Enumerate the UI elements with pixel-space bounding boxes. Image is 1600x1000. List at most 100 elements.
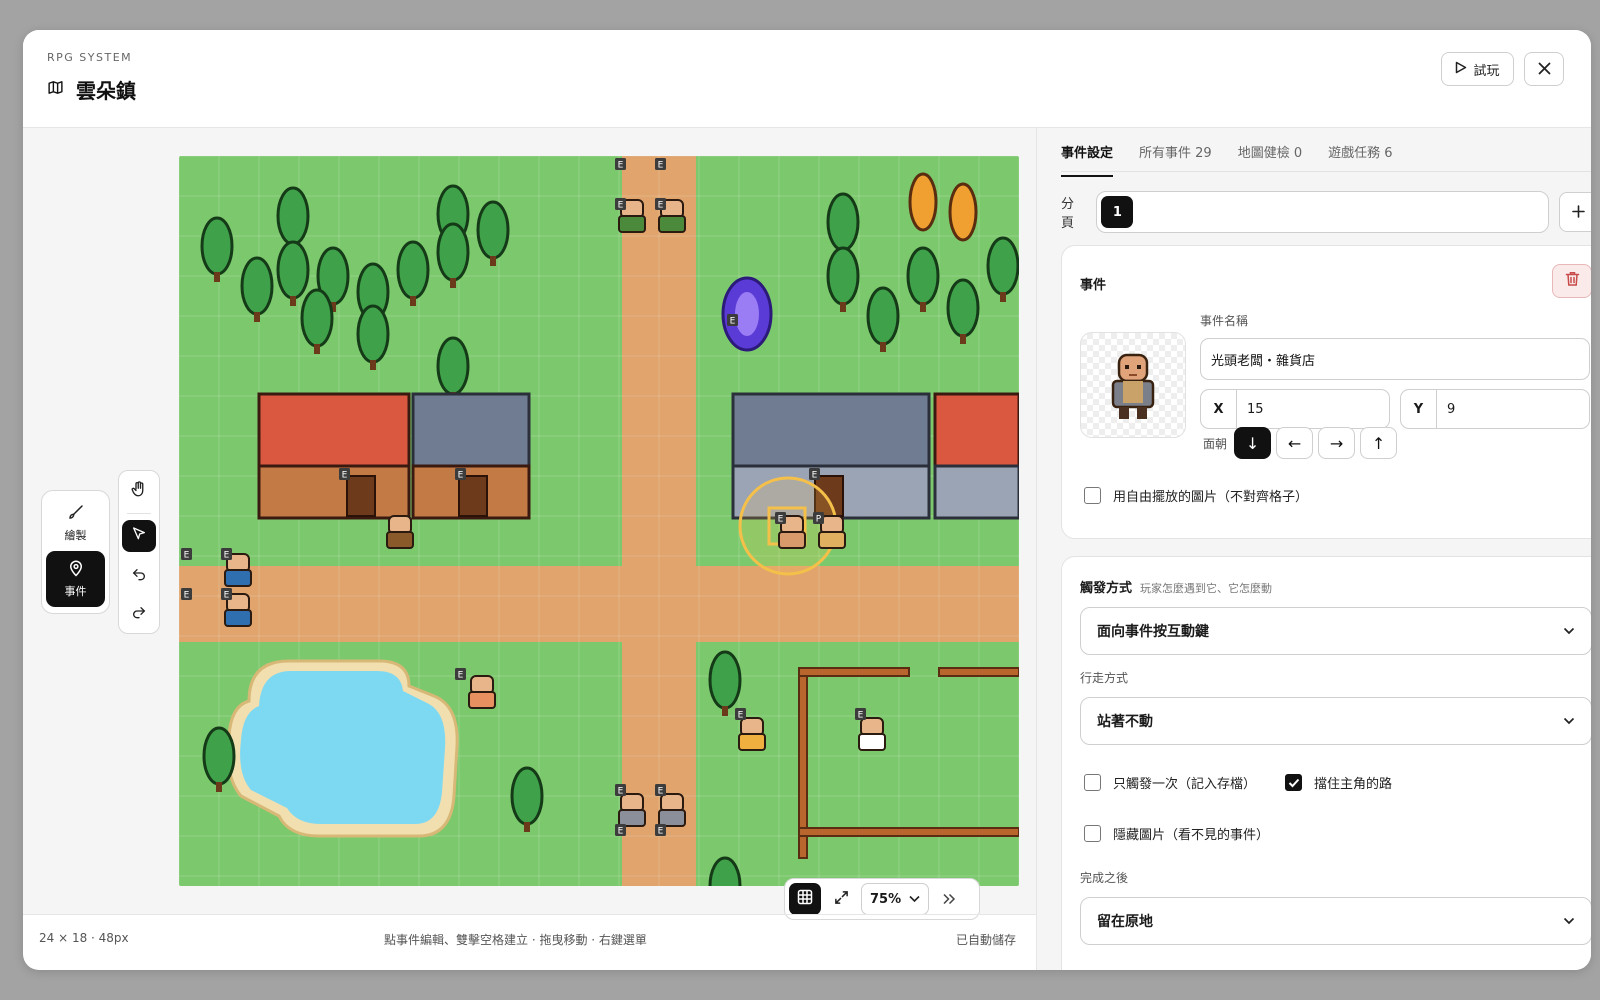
event-marker[interactable]: E <box>655 158 666 171</box>
x-coordinate-field[interactable]: X 15 <box>1200 389 1390 429</box>
map-canvas[interactable]: E E E E E E E E E E E E E E E E E E E E P <box>179 156 1019 886</box>
tool-toolbar <box>118 470 160 634</box>
event-marker[interactable]: E <box>455 468 466 481</box>
npc-sprite[interactable] <box>858 717 886 751</box>
svg-text:E: E <box>618 201 624 211</box>
move-label: 行走方式 <box>1080 671 1129 685</box>
trigger-once-checkbox[interactable] <box>1084 774 1101 791</box>
event-marker[interactable]: E <box>727 314 738 327</box>
undo-icon <box>131 565 147 585</box>
event-marker[interactable]: E <box>221 588 232 601</box>
redo-button[interactable] <box>122 597 156 629</box>
event-name-label: 事件名稱 <box>1200 314 1249 328</box>
hide-image-checkbox[interactable] <box>1084 825 1101 842</box>
collapse-panel-button[interactable] <box>933 883 965 915</box>
event-marker[interactable]: E <box>655 784 666 797</box>
play-test-label: 試玩 <box>1473 63 1500 79</box>
hand-tool-button[interactable] <box>122 475 156 507</box>
face-right-button[interactable]: → <box>1318 427 1356 459</box>
event-marker[interactable]: E <box>775 512 786 525</box>
move-select[interactable]: 站著不動 <box>1080 697 1591 745</box>
page-chip[interactable]: 1 <box>1101 196 1134 228</box>
svg-text:E: E <box>658 787 664 797</box>
event-marker[interactable]: E <box>455 668 466 681</box>
npc-sprite[interactable] <box>386 515 414 549</box>
face-down-button[interactable]: ↓ <box>1234 427 1272 459</box>
event-card-title: 事件 <box>1080 278 1107 293</box>
block-player-label: 擋住主角的路 <box>1314 777 1393 792</box>
y-coordinate-field[interactable]: Y 9 <box>1400 389 1590 429</box>
chevron-down-icon <box>909 892 920 907</box>
x-value: 15 <box>1247 401 1264 417</box>
event-marker[interactable]: E <box>809 468 820 481</box>
event-sprite-preview[interactable] <box>1080 332 1186 438</box>
event-marker[interactable]: E <box>735 708 746 721</box>
free-image-checkbox[interactable] <box>1084 487 1101 504</box>
trigger-select[interactable]: 面向事件按互動鍵 <box>1080 607 1591 655</box>
add-page-button[interactable] <box>1558 192 1591 232</box>
draw-mode-label: 繪製 <box>64 529 87 542</box>
brush-icon <box>67 503 85 524</box>
page-label: 分頁 <box>1061 197 1075 231</box>
chevron-down-icon <box>1563 623 1575 639</box>
event-marker[interactable]: E <box>181 548 192 561</box>
event-marker[interactable]: E <box>181 588 192 601</box>
event-mode-button[interactable]: 事件 <box>46 551 105 607</box>
event-marker[interactable]: E <box>615 784 626 797</box>
svg-text:E: E <box>658 201 664 211</box>
event-marker[interactable]: E <box>655 824 666 837</box>
delete-event-button[interactable] <box>1552 264 1591 298</box>
undo-button[interactable] <box>122 558 156 590</box>
free-image-option[interactable]: 用自由擺放的圖片（不對齊格子） <box>1084 486 1308 505</box>
map-title: 雲朵鎮 <box>76 79 136 103</box>
close-icon <box>1538 60 1551 79</box>
check-icon <box>1288 778 1299 787</box>
trigger-once-label: 只觸發一次（記入存檔） <box>1113 777 1257 792</box>
event-name-input[interactable]: 光頭老闆・雜貨店 <box>1200 338 1590 380</box>
block-player-option[interactable]: 擋住主角的路 <box>1285 773 1392 792</box>
svg-text:P: P <box>816 515 822 525</box>
event-marker[interactable]: E <box>655 198 666 211</box>
zoom-select[interactable]: 75% <box>861 883 930 915</box>
npc-sprite[interactable] <box>618 793 646 827</box>
after-select[interactable]: 留在原地 <box>1080 897 1591 945</box>
npc-sprite[interactable] <box>738 717 766 751</box>
block-player-checkbox[interactable] <box>1285 774 1302 791</box>
player-marker[interactable]: P <box>813 512 824 525</box>
event-mode-label: 事件 <box>64 585 87 598</box>
close-button[interactable] <box>1524 52 1564 86</box>
select-tool-button[interactable] <box>122 520 156 553</box>
svg-text:E: E <box>730 317 736 327</box>
trigger-header: 觸發方式 玩家怎麼遇到它、它怎麼動 <box>1080 577 1272 596</box>
hide-image-option[interactable]: 隱藏圖片（看不見的事件） <box>1084 824 1269 843</box>
chevron-down-icon <box>1563 713 1575 729</box>
event-marker[interactable]: E <box>339 468 350 481</box>
svg-text:E: E <box>618 827 624 837</box>
play-test-button[interactable]: 試玩 <box>1441 52 1514 86</box>
face-left-button[interactable]: ← <box>1276 427 1314 459</box>
fit-screen-button[interactable] <box>825 883 857 915</box>
map-icon <box>47 79 64 100</box>
npc-sprite[interactable] <box>468 675 496 709</box>
event-marker[interactable]: E <box>615 158 626 171</box>
event-marker[interactable]: E <box>615 824 626 837</box>
event-marker[interactable]: E <box>221 548 232 561</box>
npc-portrait <box>1111 353 1155 419</box>
tab-divider <box>1061 171 1591 172</box>
event-marker[interactable]: E <box>855 708 866 721</box>
svg-text:E: E <box>858 711 864 721</box>
autumn-tree <box>908 172 938 232</box>
x-label: X <box>1201 390 1237 428</box>
trigger-hint: 玩家怎麼遇到它、它怎麼動 <box>1140 582 1273 595</box>
npc-sprite[interactable] <box>658 793 686 827</box>
grid-toggle-button[interactable] <box>789 883 821 915</box>
trigger-once-option[interactable]: 只觸發一次（記入存檔） <box>1084 773 1256 792</box>
facing-label: 面朝 <box>1203 436 1228 451</box>
svg-text:E: E <box>618 787 624 797</box>
svg-text:E: E <box>342 471 348 481</box>
tool-divider <box>127 513 151 515</box>
event-marker[interactable]: E <box>615 198 626 211</box>
face-up-button[interactable]: ↑ <box>1360 427 1398 459</box>
draw-mode-button[interactable]: 繪製 <box>46 495 105 551</box>
hide-image-label: 隱藏圖片（看不見的事件） <box>1113 828 1270 843</box>
